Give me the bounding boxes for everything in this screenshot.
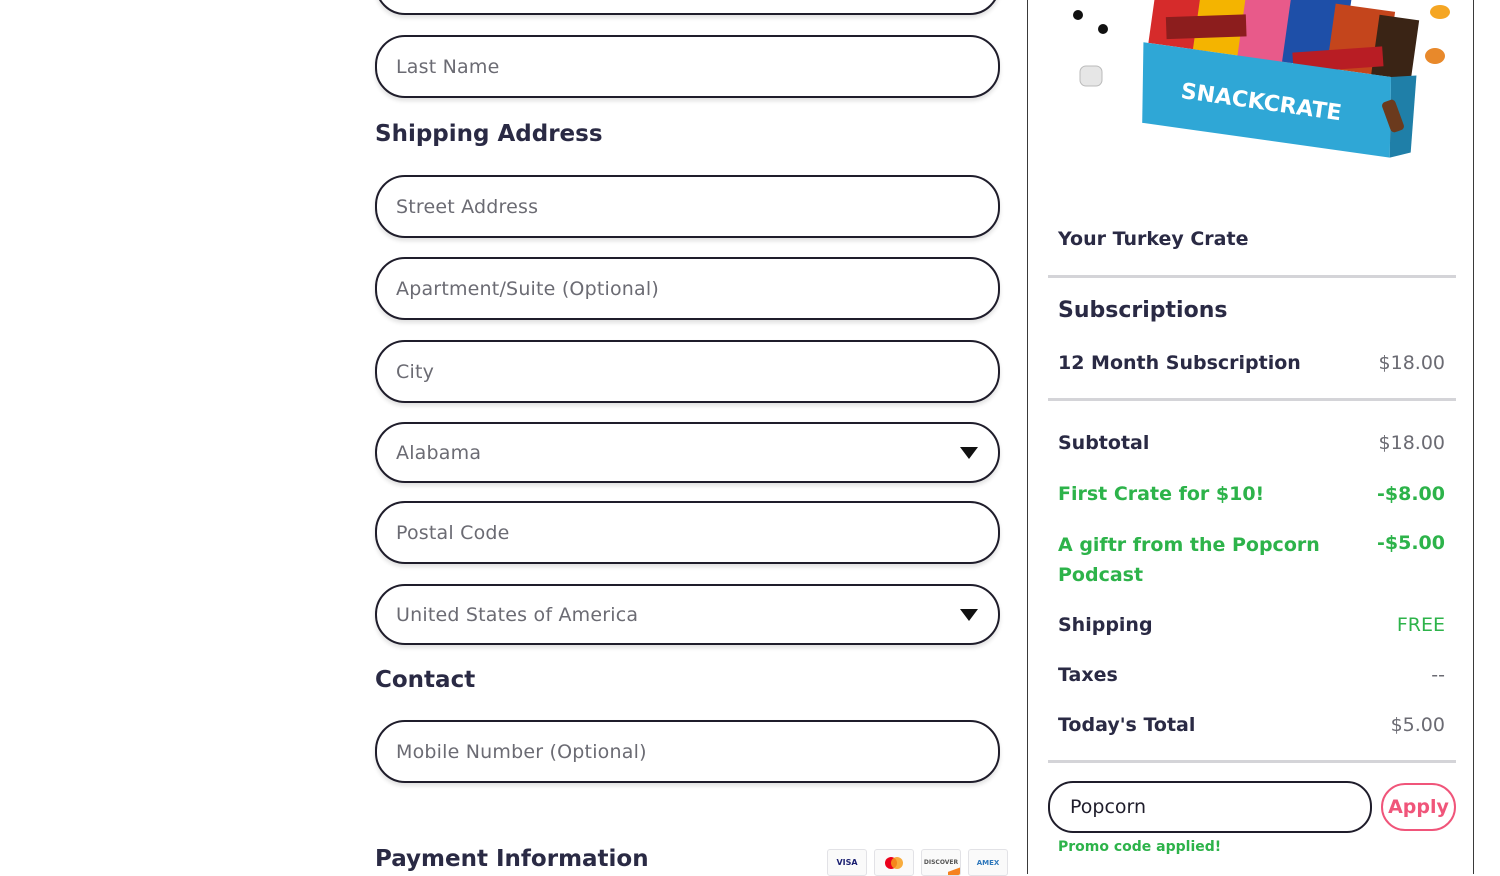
taxes-value: -- [1431,664,1445,686]
discount-gift-value: -$5.00 [1377,532,1445,554]
last-name-field[interactable]: Last Name [375,35,1000,98]
chevron-down-icon [960,446,978,459]
street-address-placeholder: Street Address [396,195,539,218]
contact-heading: Contact [375,667,476,693]
first-name-field[interactable] [375,0,1000,15]
amex-icon: AMEX [968,849,1008,876]
promo-applied-message: Promo code applied! [1058,839,1222,855]
country-select[interactable]: United States of America [375,584,1000,645]
crate-title: Your Turkey Crate [1058,228,1249,250]
shipping-value: FREE [1396,614,1445,636]
divider [1048,760,1456,763]
subtotal-value: $18.00 [1378,432,1445,454]
street-address-field[interactable]: Street Address [375,175,1000,238]
state-selected-value: Alabama [396,441,482,464]
discount-gift-label: A giftr from the Popcorn Podcast [1058,530,1320,590]
apartment-placeholder: Apartment/Suite (Optional) [396,277,659,300]
promo-code-input[interactable]: Popcorn [1048,781,1372,833]
discount-gift-row: A giftr from the Popcorn Podcast -$5.00 [1058,532,1445,592]
discover-icon: DISCOVER [921,849,961,876]
payment-information-heading: Payment Information [375,846,649,872]
discount-first-crate-label: First Crate for $10! [1058,483,1265,505]
mobile-number-field[interactable]: Mobile Number (Optional) [375,720,1000,783]
subscription-price: $18.00 [1378,352,1445,374]
summary-right-border [1473,0,1474,874]
subscription-label: 12 Month Subscription [1058,352,1301,374]
mobile-number-placeholder: Mobile Number (Optional) [396,740,647,763]
accepted-cards: VISA DISCOVER AMEX [827,849,1008,876]
mastercard-icon [874,849,914,876]
chevron-down-icon [960,608,978,621]
divider [1048,275,1456,278]
checkout-form: Last Name Shipping Address Street Addres… [375,0,1008,876]
country-selected-value: United States of America [396,603,639,626]
total-value: $5.00 [1390,714,1445,736]
total-label: Today's Total [1058,714,1196,736]
order-summary: SNACKCRATE Your Turkey Crate Subscriptio… [1048,0,1456,874]
visa-icon: VISA [827,849,867,876]
postal-code-placeholder: Postal Code [396,521,510,544]
postal-code-field[interactable]: Postal Code [375,501,1000,564]
state-select[interactable]: Alabama [375,422,1000,483]
discount-gift-label-line1: A giftr from the Popcorn [1058,534,1320,556]
city-field[interactable]: City [375,340,1000,403]
snack-crate-image: SNACKCRATE [1073,0,1450,158]
city-placeholder: City [396,360,435,383]
apartment-field[interactable]: Apartment/Suite (Optional) [375,257,1000,320]
divider [1048,398,1456,401]
discount-first-crate-value: -$8.00 [1377,483,1445,505]
last-name-placeholder: Last Name [396,55,500,78]
apply-button[interactable]: Apply [1381,783,1456,831]
shipping-address-heading: Shipping Address [375,121,603,147]
shipping-label: Shipping [1058,614,1153,636]
taxes-label: Taxes [1058,664,1118,686]
promo-code-value: Popcorn [1070,796,1147,818]
discount-gift-label-line2: Podcast [1058,564,1144,586]
summary-left-border [1027,0,1028,874]
subscriptions-heading: Subscriptions [1058,298,1228,323]
subtotal-label: Subtotal [1058,432,1150,454]
